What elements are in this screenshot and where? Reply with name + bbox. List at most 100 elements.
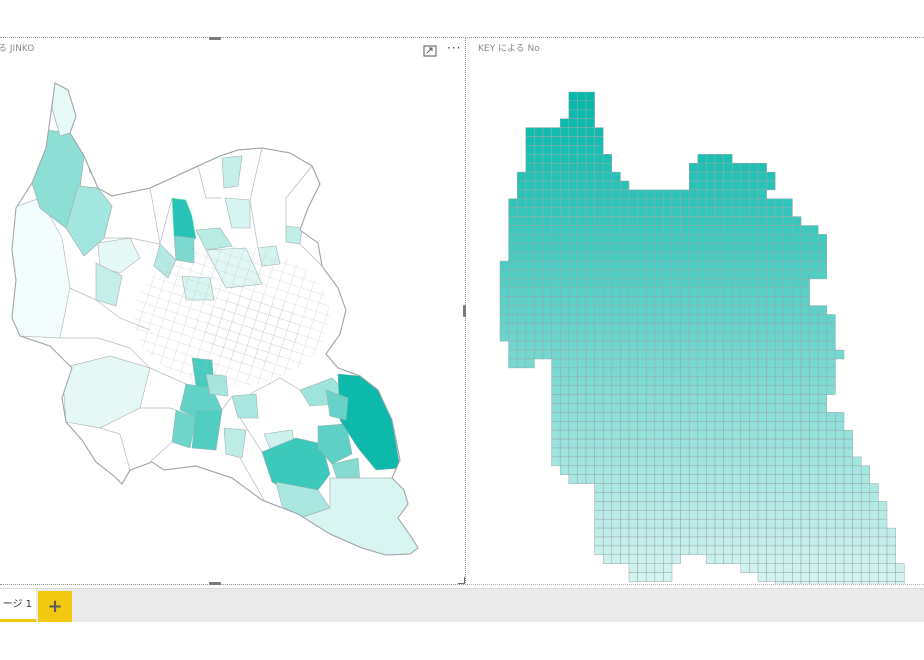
grid-cell[interactable] [731, 501, 742, 511]
grid-cell[interactable] [723, 438, 733, 449]
grid-cell[interactable] [654, 563, 664, 573]
grid-cell[interactable] [792, 349, 802, 360]
grid-cell[interactable] [516, 314, 527, 324]
grid-cell[interactable] [508, 225, 518, 235]
grid-cell[interactable] [706, 323, 716, 333]
grid-cell[interactable] [757, 412, 767, 422]
grid-cell[interactable] [671, 367, 681, 378]
grid-cell[interactable] [723, 225, 733, 235]
grid-cell[interactable] [731, 296, 742, 306]
grid-cell[interactable] [706, 385, 716, 395]
grid-cell[interactable] [688, 421, 699, 431]
grid-cell[interactable] [542, 278, 552, 289]
grid-cell[interactable] [783, 225, 793, 235]
grid-cell[interactable] [723, 260, 733, 271]
grid-cell[interactable] [602, 305, 613, 315]
grid-cell[interactable] [826, 358, 836, 369]
grid-cell[interactable] [559, 421, 570, 431]
grid-cell[interactable] [671, 421, 681, 431]
grid-cell[interactable] [878, 518, 888, 529]
grid-cell[interactable] [723, 358, 733, 369]
grid-cell[interactable] [757, 296, 767, 306]
grid-cell[interactable] [809, 456, 819, 467]
grid-cell[interactable] [645, 225, 656, 235]
grid-cell[interactable] [714, 340, 724, 351]
grid-cell[interactable] [559, 412, 570, 422]
grid-cell[interactable] [723, 287, 733, 297]
grid-cell[interactable] [723, 474, 733, 484]
grid-cell[interactable] [628, 243, 638, 253]
grid-cell[interactable] [723, 385, 733, 395]
grid-cell[interactable] [835, 510, 845, 520]
grid-cell[interactable] [620, 429, 630, 440]
grid-cell[interactable] [749, 421, 759, 431]
grid-cell[interactable] [774, 510, 785, 520]
grid-cell[interactable] [809, 349, 819, 360]
grid-cell[interactable] [628, 518, 638, 529]
grid-cell[interactable] [559, 349, 570, 360]
grid-cell[interactable] [680, 207, 690, 217]
grid-cell[interactable] [637, 456, 647, 467]
grid-cell[interactable] [843, 483, 853, 493]
grid-cell[interactable] [654, 207, 664, 217]
grid-cell[interactable] [663, 572, 673, 582]
grid-cell[interactable] [671, 305, 681, 315]
grid-cell[interactable] [706, 180, 716, 191]
grid-cell[interactable] [525, 269, 535, 280]
grid-cell[interactable] [654, 260, 664, 271]
grid-cell[interactable] [826, 340, 836, 351]
grid-cell[interactable] [706, 154, 716, 164]
grid-cell[interactable] [602, 314, 613, 324]
grid-cell[interactable] [654, 198, 664, 208]
grid-cell[interactable] [654, 243, 664, 253]
grid-cell[interactable] [611, 545, 621, 556]
grid-cell[interactable] [585, 278, 595, 289]
grid-cell[interactable] [654, 394, 664, 404]
grid-cell[interactable] [654, 234, 664, 244]
grid-cell[interactable] [688, 243, 699, 253]
grid-cell[interactable] [835, 492, 845, 502]
grid-cell[interactable] [516, 323, 527, 333]
grid-cell[interactable] [542, 127, 552, 137]
grid-cell[interactable] [654, 447, 664, 458]
grid-cell[interactable] [620, 251, 630, 262]
grid-cell[interactable] [852, 518, 862, 529]
grid-cell[interactable] [680, 243, 690, 253]
grid-cell[interactable] [809, 429, 819, 440]
grid-cell[interactable] [800, 358, 810, 369]
grid-cell[interactable] [714, 483, 724, 493]
grid-cell[interactable] [723, 340, 733, 351]
grid-cell[interactable] [723, 349, 733, 360]
grid-cell[interactable] [577, 412, 587, 422]
grid-cell[interactable] [671, 438, 681, 449]
grid-cell[interactable] [654, 412, 664, 422]
grid-cell[interactable] [534, 198, 544, 208]
grid-cell[interactable] [783, 572, 793, 582]
grid-cell[interactable] [723, 216, 733, 226]
grid-cell[interactable] [749, 287, 759, 297]
grid-cell[interactable] [654, 225, 664, 235]
grid-cell[interactable] [594, 438, 604, 449]
grid-cell[interactable] [654, 492, 664, 502]
grid-cell[interactable] [568, 100, 578, 111]
grid-cell[interactable] [774, 340, 785, 351]
grid-cell[interactable] [774, 234, 785, 244]
grid-cell[interactable] [800, 314, 810, 324]
grid-cell[interactable] [800, 367, 810, 378]
grid-cell[interactable] [680, 456, 690, 467]
grid-cell[interactable] [620, 278, 630, 289]
grid-cell[interactable] [774, 332, 785, 342]
grid-cell[interactable] [602, 171, 613, 182]
grid-cell[interactable] [697, 332, 707, 342]
grid-cell[interactable] [559, 251, 570, 262]
grid-cell[interactable] [577, 367, 587, 378]
grid-cell[interactable] [688, 492, 699, 502]
grid-cell[interactable] [620, 545, 630, 556]
grid-cell[interactable] [835, 545, 845, 556]
grid-cell[interactable] [852, 572, 862, 582]
grid-cell[interactable] [740, 207, 750, 217]
grid-cell[interactable] [774, 501, 785, 511]
grid-cell[interactable] [809, 572, 819, 582]
grid-cell[interactable] [766, 554, 776, 564]
grid-cell[interactable] [749, 527, 759, 538]
